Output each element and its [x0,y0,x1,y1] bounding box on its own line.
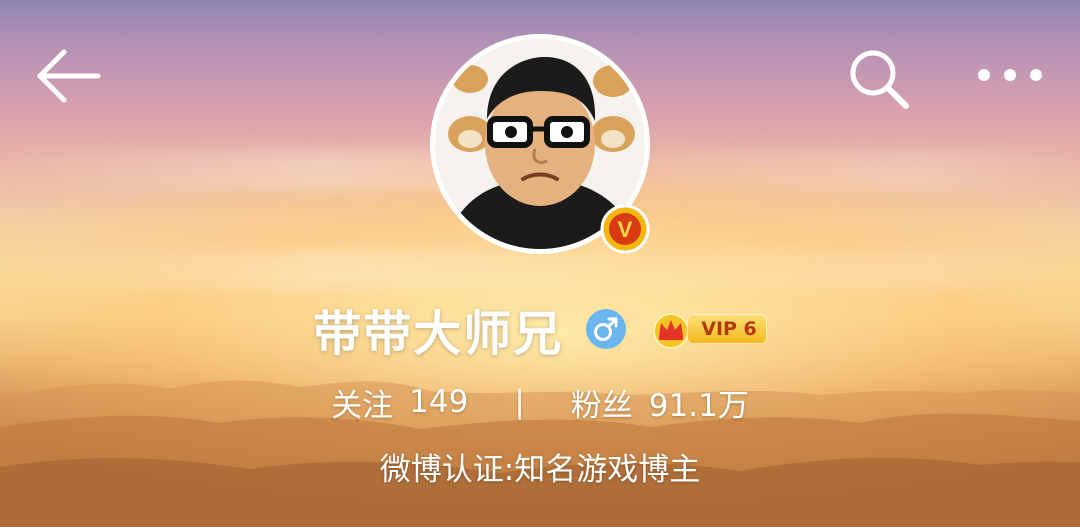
profile-stats: 关注 149 | 粉丝 91.1万 [0,378,1080,426]
avatar[interactable]: V [430,34,650,254]
search-icon [850,50,909,109]
following-stat[interactable]: 关注 149 [331,380,468,425]
arrow-left-icon [37,49,101,103]
followers-stat[interactable]: 粉丝 91.1万 [571,380,749,425]
profile-name-row: 带带大师兄 VIP 6 [0,298,1080,362]
followers-count: 91.1万 [648,387,749,424]
verified-badge-label: V [618,217,633,242]
cloud-streak [0,250,1080,290]
following-label: 关注 [331,387,394,424]
following-count: 149 [409,384,469,420]
followers-label: 粉丝 [570,387,633,424]
back-button[interactable] [34,46,104,106]
verified-v-icon: V [600,204,650,254]
verification-text: 微博认证:知名游戏博主 [379,452,701,488]
male-icon [586,309,627,349]
search-button[interactable] [846,46,912,112]
vip-level-label: VIP 6 [687,314,767,344]
username: 带带大师兄 [313,306,564,362]
more-horizontal-icon [978,69,1042,81]
vip-badge[interactable]: VIP 6 [649,309,767,349]
gender-badge [585,308,627,350]
verified-badge: V [600,204,650,254]
stats-separator: | [514,384,525,420]
more-button[interactable] [972,60,1048,90]
